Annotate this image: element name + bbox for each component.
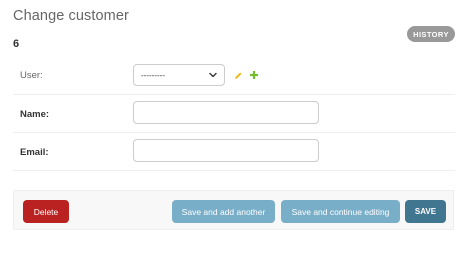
email-field-row: Email: bbox=[13, 133, 455, 171]
user-label: User: bbox=[20, 70, 43, 81]
user-select[interactable]: --------- bbox=[133, 64, 225, 86]
delete-button[interactable]: Delete bbox=[23, 200, 69, 223]
name-label: Name: bbox=[20, 109, 50, 120]
name-field-row: Name: bbox=[13, 95, 455, 133]
object-id: 6 bbox=[13, 38, 20, 50]
chevron-down-icon bbox=[209, 72, 217, 78]
save-and-add-another-button[interactable]: Save and add another bbox=[172, 200, 275, 223]
history-button[interactable]: HISTORY bbox=[407, 26, 455, 42]
name-input[interactable] bbox=[133, 101, 319, 124]
user-select-value: --------- bbox=[141, 70, 165, 80]
email-input[interactable] bbox=[133, 139, 319, 162]
save-button[interactable]: SAVE bbox=[405, 200, 446, 223]
user-field-row: User: --------- bbox=[13, 58, 455, 95]
page-title: Change customer bbox=[13, 8, 129, 24]
plus-icon[interactable] bbox=[249, 70, 259, 80]
save-and-continue-button[interactable]: Save and continue editing bbox=[281, 200, 400, 223]
submit-row: Delete Save and add another Save and con… bbox=[13, 190, 454, 230]
pencil-icon[interactable] bbox=[234, 71, 243, 80]
email-label: Email: bbox=[20, 147, 49, 158]
